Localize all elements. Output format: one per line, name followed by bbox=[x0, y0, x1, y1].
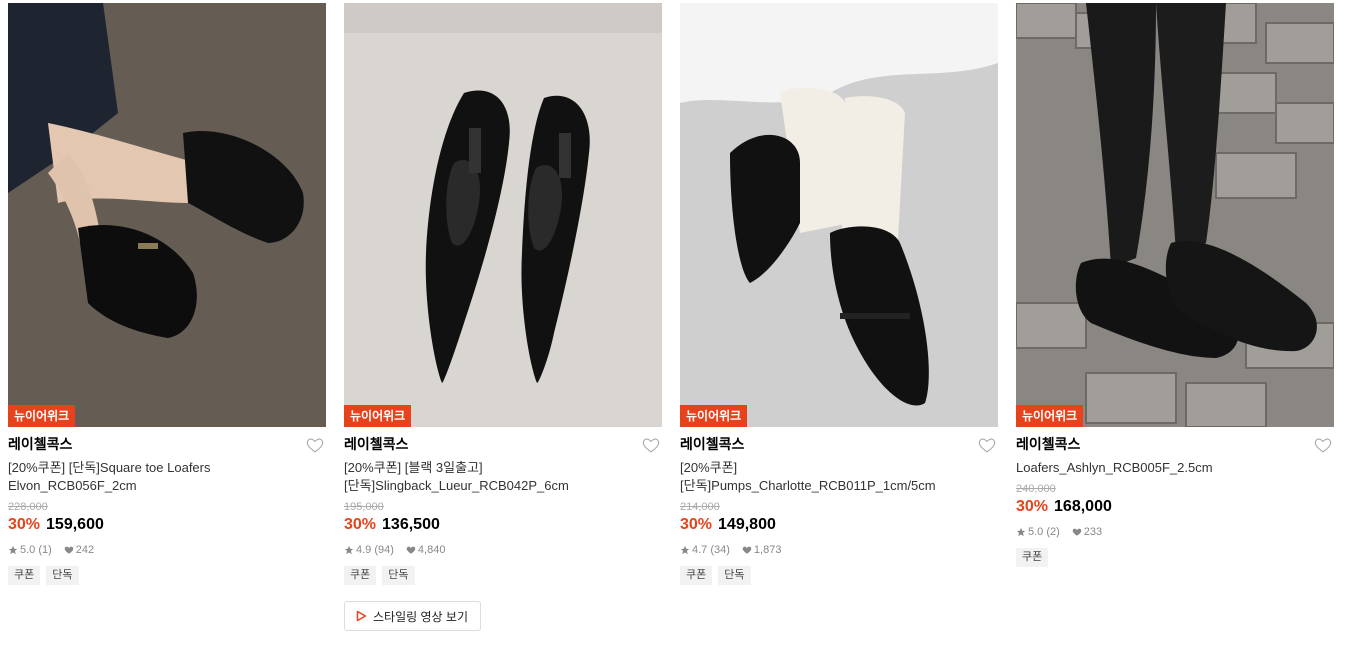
original-price: 214,000 bbox=[680, 501, 720, 513]
discount-rate: 30% bbox=[680, 516, 713, 533]
exclusive-badge: 단독 bbox=[46, 566, 79, 585]
promo-tag: 뉴이어위크 bbox=[344, 405, 412, 427]
original-price: 195,000 bbox=[344, 501, 384, 513]
coupon-badge: 쿠폰 bbox=[1016, 548, 1049, 567]
badge-list: 쿠폰 단독 bbox=[680, 566, 998, 585]
heart-outline-icon[interactable] bbox=[306, 436, 324, 454]
rating: 5.0 (1) bbox=[20, 544, 52, 556]
original-price: 240,000 bbox=[1016, 483, 1056, 495]
product-card[interactable]: 뉴이어위크 레이첼콕스 [20%쿠폰] [단독]Pumps_Charlotte_… bbox=[680, 3, 998, 585]
coupon-badge: 쿠폰 bbox=[8, 566, 41, 585]
badge-list: 쿠폰 bbox=[1016, 548, 1334, 567]
heart-filled-icon bbox=[1072, 528, 1082, 536]
exclusive-badge: 단독 bbox=[718, 566, 751, 585]
coupon-badge: 쿠폰 bbox=[680, 566, 713, 585]
heart-filled-icon bbox=[64, 546, 74, 554]
video-button-label: 스타일링 영상 보기 bbox=[373, 609, 468, 624]
styling-video-button[interactable]: 스타일링 영상 보기 bbox=[344, 601, 481, 631]
promo-tag: 뉴이어위크 bbox=[1016, 405, 1084, 427]
original-price: 228,000 bbox=[8, 501, 48, 513]
play-icon bbox=[356, 610, 367, 622]
price-row: 30% 159,600 bbox=[8, 514, 326, 536]
rating: 4.9 (94) bbox=[356, 544, 394, 556]
brand-name[interactable]: 레이첼콕스 bbox=[680, 433, 998, 455]
product-name[interactable]: [20%쿠폰] [단독]Pumps_Charlotte_RCB011P_1cm/… bbox=[680, 459, 998, 495]
stats-row: 4.9 (94) 4,840 bbox=[344, 542, 662, 558]
stats-row: 5.0 (2) 233 bbox=[1016, 524, 1334, 540]
badge-list: 쿠폰 단독 bbox=[8, 566, 326, 585]
discount-rate: 30% bbox=[1016, 498, 1049, 515]
heart-outline-icon[interactable] bbox=[642, 436, 660, 454]
heart-filled-icon bbox=[742, 546, 752, 554]
heart-filled-icon bbox=[406, 546, 416, 554]
discount-rate: 30% bbox=[8, 516, 41, 533]
star-icon bbox=[680, 545, 690, 555]
promo-tag: 뉴이어위크 bbox=[8, 405, 76, 427]
brand-name[interactable]: 레이첼콕스 bbox=[344, 433, 662, 455]
product-image[interactable]: 뉴이어위크 bbox=[344, 3, 662, 427]
price-row: 30% 168,000 bbox=[1016, 496, 1334, 518]
discount-rate: 30% bbox=[344, 516, 377, 533]
sale-price: 149,800 bbox=[718, 516, 776, 533]
like-count: 233 bbox=[1083, 526, 1103, 538]
rating: 5.0 (2) bbox=[1028, 526, 1060, 538]
heart-outline-icon[interactable] bbox=[1314, 436, 1332, 454]
brand-name[interactable]: 레이첼콕스 bbox=[1016, 433, 1334, 455]
product-image[interactable]: 뉴이어위크 bbox=[680, 3, 998, 427]
product-grid: 뉴이어위크 레이첼콕스 [20%쿠폰] [단독]Square toe Loafe… bbox=[0, 0, 1348, 659]
sale-price: 168,000 bbox=[1054, 498, 1112, 515]
stats-row: 5.0 (1) 242 bbox=[8, 542, 326, 558]
heart-outline-icon[interactable] bbox=[978, 436, 996, 454]
rating: 4.7 (34) bbox=[692, 544, 730, 556]
price-row: 30% 149,800 bbox=[680, 514, 998, 536]
like-count: 1,873 bbox=[753, 544, 782, 556]
product-name[interactable]: [20%쿠폰] [단독]Square toe Loafers Elvon_RCB… bbox=[8, 459, 326, 495]
sale-price: 136,500 bbox=[382, 516, 440, 533]
coupon-badge: 쿠폰 bbox=[344, 566, 377, 585]
sale-price: 159,600 bbox=[46, 516, 104, 533]
like-count: 242 bbox=[75, 544, 95, 556]
promo-tag: 뉴이어위크 bbox=[680, 405, 748, 427]
star-icon bbox=[8, 545, 18, 555]
like-count: 4,840 bbox=[417, 544, 446, 556]
product-card[interactable]: 뉴이어위크 레이첼콕스 [20%쿠폰] [블랙 3일출고] [단독]Slingb… bbox=[344, 3, 662, 631]
product-name[interactable]: Loafers_Ashlyn_RCB005F_2.5cm bbox=[1016, 459, 1334, 477]
price-row: 30% 136,500 bbox=[344, 514, 662, 536]
brand-name[interactable]: 레이첼콕스 bbox=[8, 433, 326, 455]
product-image[interactable]: 뉴이어위크 bbox=[8, 3, 326, 427]
exclusive-badge: 단독 bbox=[382, 566, 415, 585]
product-name[interactable]: [20%쿠폰] [블랙 3일출고] [단독]Slingback_Lueur_RC… bbox=[344, 459, 662, 495]
product-card[interactable]: 뉴이어위크 레이첼콕스 [20%쿠폰] [단독]Square toe Loafe… bbox=[8, 3, 326, 585]
star-icon bbox=[1016, 527, 1026, 537]
stats-row: 4.7 (34) 1,873 bbox=[680, 542, 998, 558]
badge-list: 쿠폰 단독 bbox=[344, 566, 662, 585]
product-card[interactable]: 뉴이어위크 레이첼콕스 Loafers_Ashlyn_RCB005F_2.5cm… bbox=[1016, 3, 1334, 567]
product-image[interactable]: 뉴이어위크 bbox=[1016, 3, 1334, 427]
star-icon bbox=[344, 545, 354, 555]
